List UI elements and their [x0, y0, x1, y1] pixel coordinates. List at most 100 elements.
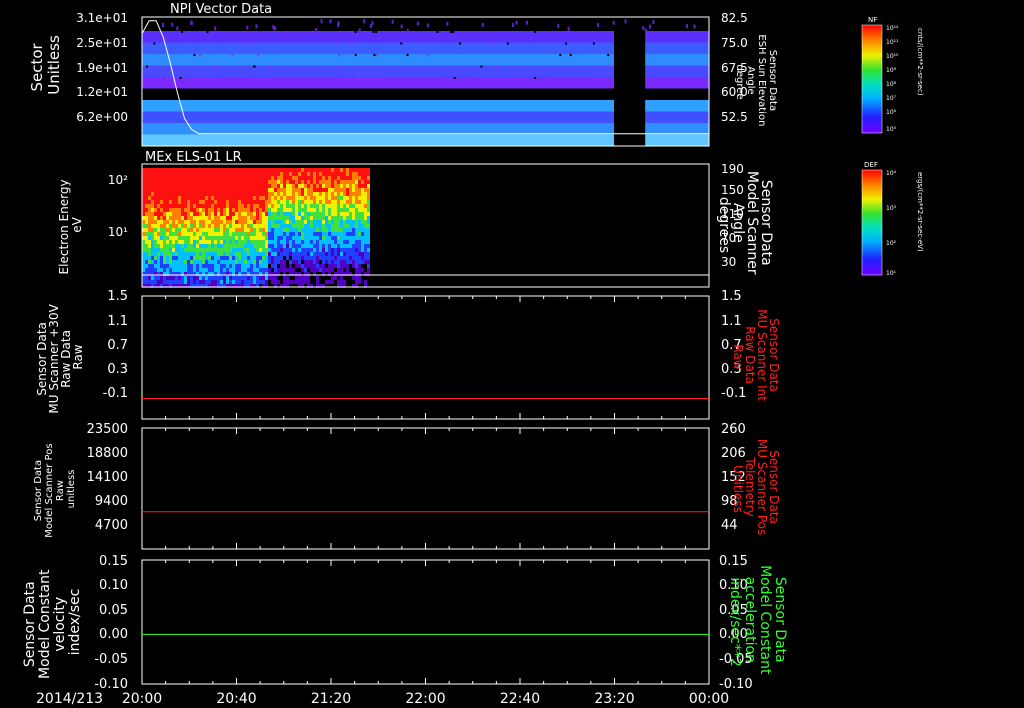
spectrogram-cell — [334, 208, 337, 212]
spectrogram-cell — [157, 252, 160, 256]
spectrogram-cell — [235, 196, 238, 200]
spectrogram-cell — [292, 200, 295, 204]
spectrogram-cell — [205, 208, 208, 212]
spectrogram-cell — [352, 212, 355, 216]
spectrogram-cell — [307, 172, 310, 176]
spectrogram-cell — [361, 208, 364, 212]
spectrogram-cell — [319, 188, 322, 192]
spectrogram-cell — [283, 224, 286, 228]
spectrogram-cell — [283, 236, 286, 240]
heatmap-speck — [198, 77, 201, 79]
spectrogram-cell — [295, 264, 298, 268]
spectrogram-cell — [166, 268, 169, 272]
spectrogram-cell — [307, 184, 310, 188]
spectrogram-cell — [346, 232, 349, 236]
spectrogram-cell — [163, 276, 166, 280]
spectrogram-cell — [262, 260, 265, 264]
spectrogram-cell — [166, 196, 169, 200]
spectrogram-cell — [160, 280, 163, 284]
spectrogram-cell — [220, 204, 223, 208]
spectrogram-cell — [307, 192, 310, 196]
spectrogram-cell — [157, 192, 160, 196]
spectrogram-cell — [223, 232, 226, 236]
spectrogram-cell — [214, 220, 217, 224]
spectrogram-cell — [253, 200, 256, 204]
spectrogram-cell — [271, 204, 274, 208]
spectrogram-cell — [253, 252, 256, 256]
spectrogram-cell — [316, 188, 319, 192]
spectrogram-cell — [151, 276, 154, 280]
spectrogram-cell — [280, 268, 283, 272]
spectrogram-cell — [157, 168, 160, 172]
spectrogram-cell — [328, 240, 331, 244]
spectrogram-cell — [352, 232, 355, 236]
spectrogram-cell — [238, 240, 241, 244]
y-tick-label: 23500 — [87, 422, 128, 437]
spectrogram-cell — [187, 240, 190, 244]
spectrogram-cell — [349, 232, 352, 236]
spectrogram-cell — [256, 220, 259, 224]
spectrogram-cell — [358, 216, 361, 220]
spectrogram-cell — [358, 204, 361, 208]
spectrogram-cell — [151, 212, 154, 216]
spectrogram-cell — [148, 228, 151, 232]
heatmap-speck — [176, 26, 179, 31]
spectrogram-cell — [280, 228, 283, 232]
spectrogram-cell — [334, 176, 337, 180]
spectrogram-cell — [295, 240, 298, 244]
heatmap-speck — [416, 21, 419, 26]
spectrogram-cell — [196, 228, 199, 232]
spectrogram-cell — [205, 220, 208, 224]
spectrogram-cell — [262, 204, 265, 208]
spectrogram-cell — [154, 204, 157, 208]
spectrogram-cell — [265, 200, 268, 204]
heatmap-speck — [607, 54, 610, 56]
x-tick-label: 21:20 — [311, 691, 351, 707]
spectrogram-cell — [199, 176, 202, 180]
spectrogram-cell — [235, 200, 238, 204]
spectrogram-cell — [322, 176, 325, 180]
spectrogram-cell — [229, 268, 232, 272]
colorbar-tick: 10⁷ — [886, 95, 897, 102]
spectrogram-cell — [154, 192, 157, 196]
spectrogram-cell — [334, 172, 337, 176]
spectrogram-cell — [322, 180, 325, 184]
spectrogram-cell — [235, 260, 238, 264]
spectrogram-cell — [193, 188, 196, 192]
spectrogram-cell — [169, 256, 172, 260]
spectrogram-cell — [250, 260, 253, 264]
spectrogram-cell — [277, 248, 280, 252]
spectrogram-cell — [310, 260, 313, 264]
spectrogram-cell — [301, 200, 304, 204]
spectrogram-cell — [190, 264, 193, 268]
spectrogram-cell — [157, 212, 160, 216]
y-tick-label: -0.1 — [721, 386, 746, 401]
spectrogram-cell — [259, 244, 262, 248]
spectrogram-cell — [364, 196, 367, 200]
spectrogram-cell — [196, 180, 199, 184]
spectrogram-cell — [358, 280, 361, 284]
spectrogram-cell — [193, 216, 196, 220]
spectrogram-cell — [286, 212, 289, 216]
spectrogram-cell — [361, 260, 364, 264]
spectrogram-cell — [190, 176, 193, 180]
spectrogram-cell — [184, 240, 187, 244]
spectrogram-cell — [367, 208, 370, 212]
spectrogram-cell — [271, 180, 274, 184]
heatmap-band — [645, 100, 709, 112]
spectrogram-cell — [238, 248, 241, 252]
spectrogram-cell — [367, 232, 370, 236]
spectrogram-cell — [241, 248, 244, 252]
spectrogram-cell — [178, 188, 181, 192]
spectrogram-cell — [181, 176, 184, 180]
spectrogram-cell — [226, 176, 229, 180]
spectrogram-cell — [295, 184, 298, 188]
spectrogram-cell — [157, 264, 160, 268]
heatmap-speck — [494, 65, 497, 68]
spectrogram-cell — [295, 260, 298, 264]
spectrogram-cell — [184, 176, 187, 180]
spectrogram-cell — [292, 248, 295, 252]
spectrogram-cell — [268, 184, 271, 188]
spectrogram-cell — [277, 176, 280, 180]
spectrogram-cell — [310, 236, 313, 240]
